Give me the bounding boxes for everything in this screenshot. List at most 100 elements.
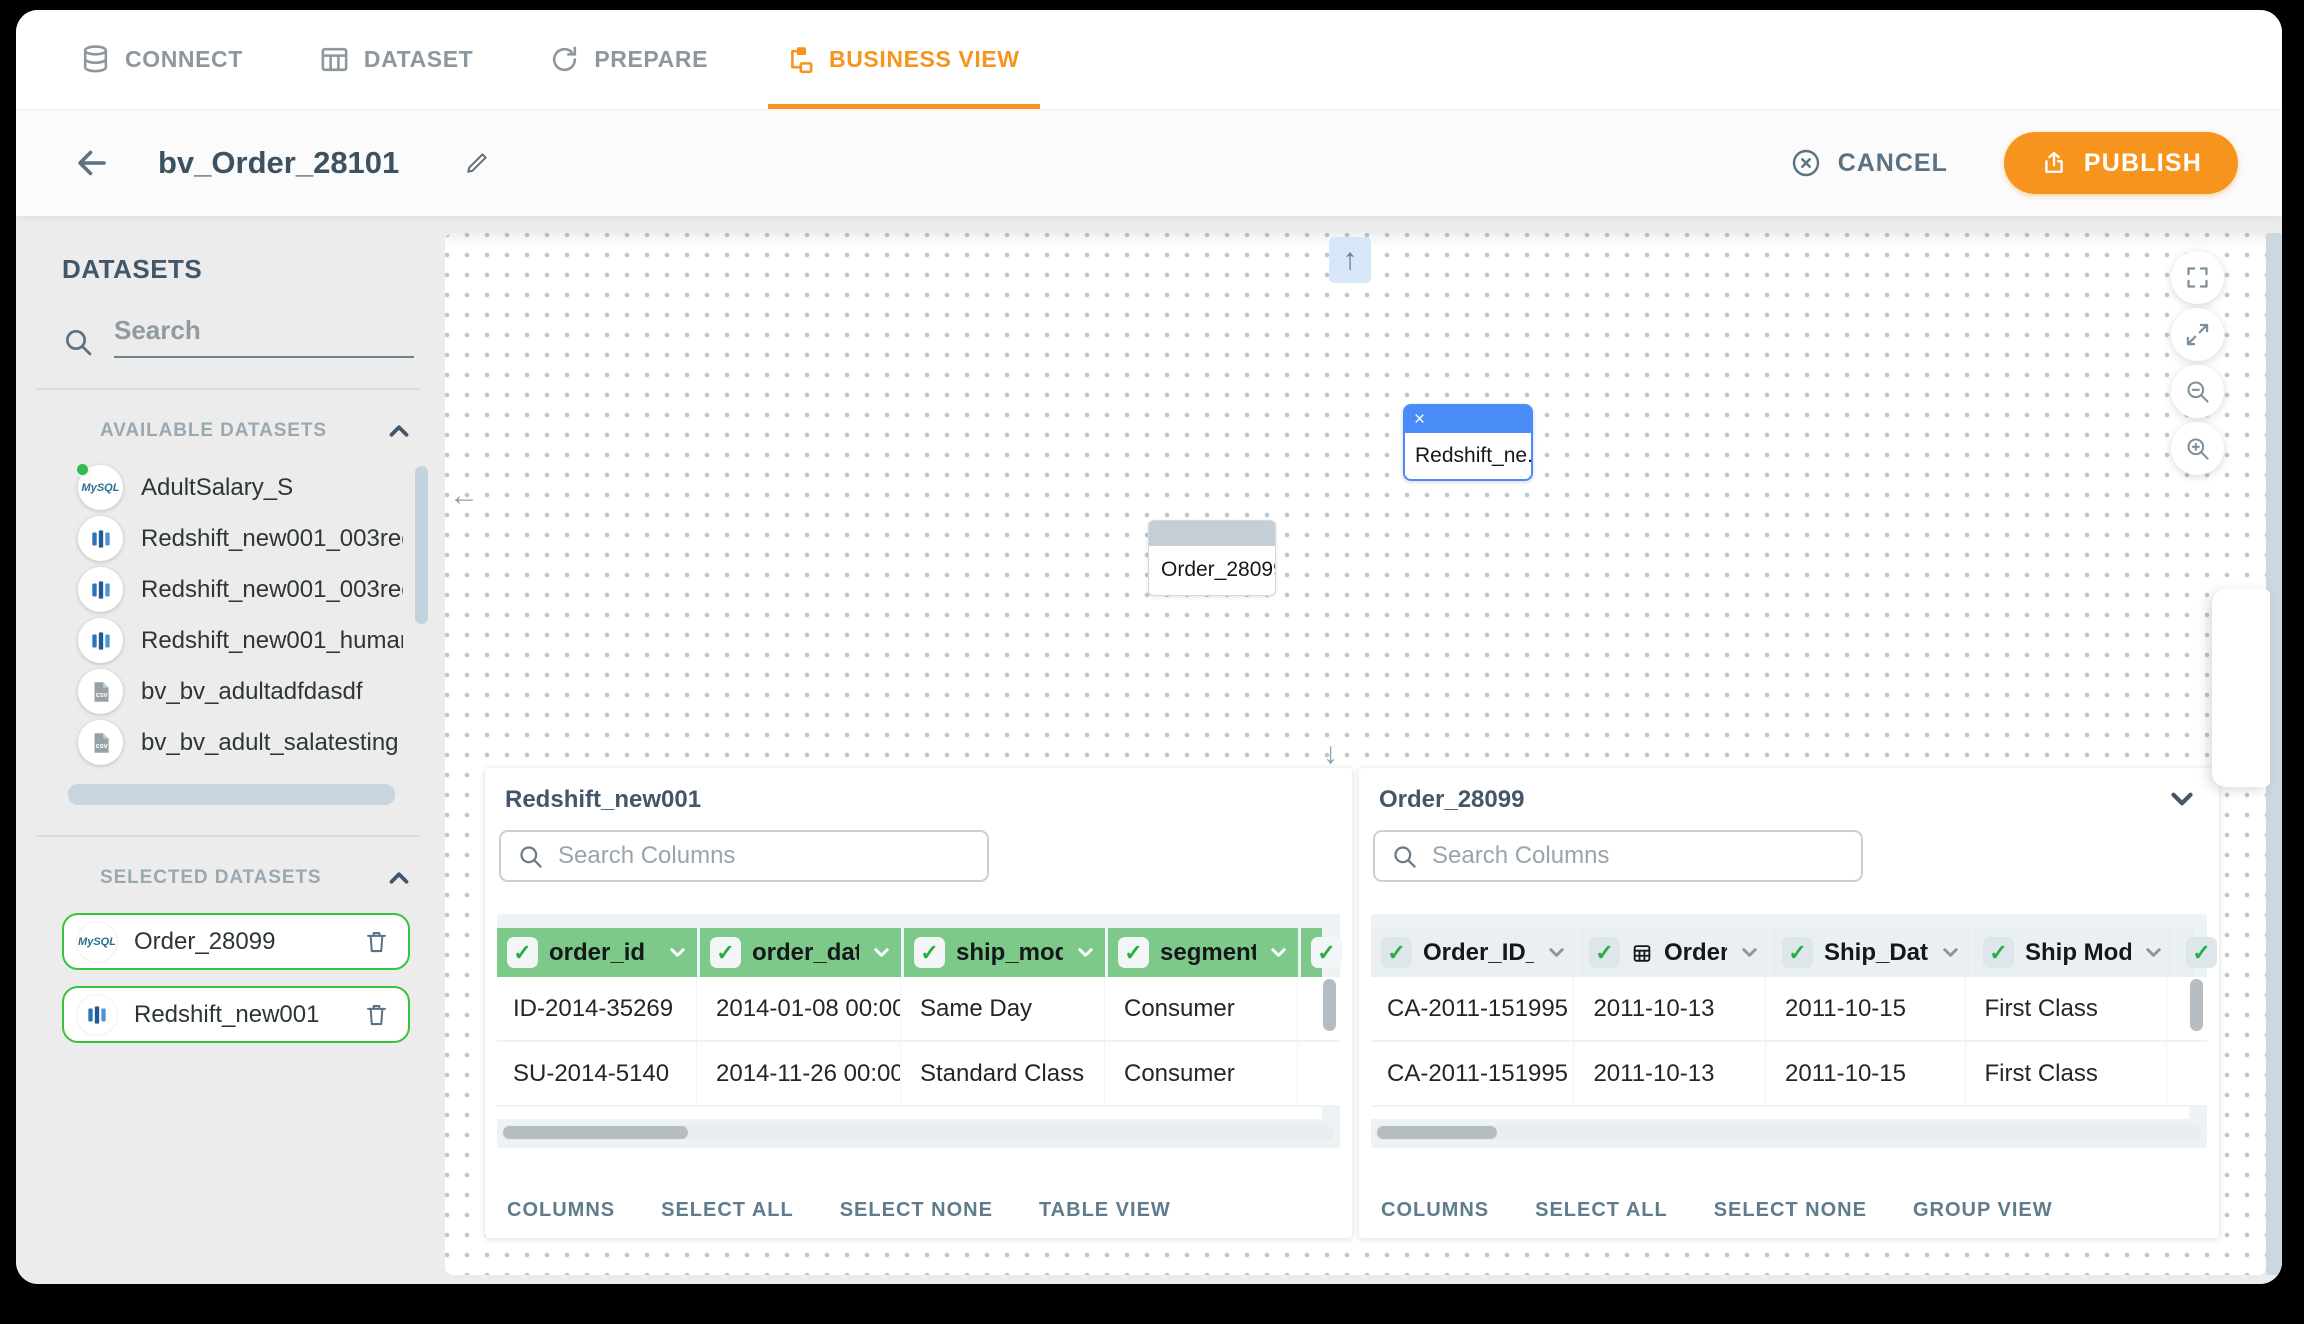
datasets-sidebar: DATASETS AVAILABLE DATASETS MySQL AdultS… <box>36 242 436 1284</box>
cell: First Class <box>1969 977 2167 1040</box>
edit-pencil-icon[interactable] <box>463 149 491 177</box>
sidebar-horizontal-scrollbar[interactable] <box>68 784 395 805</box>
trash-icon[interactable] <box>363 928 390 955</box>
trash-icon[interactable] <box>363 1001 390 1028</box>
column-header-ship-mode[interactable]: ✓ Ship Mode <box>1973 928 2173 977</box>
select-all-button[interactable]: SELECT ALL <box>1535 1199 1668 1222</box>
redshift-icon <box>78 618 123 663</box>
screen: CONNECT DATASET PREPARE BUSINESS VIEW bv… <box>0 0 2304 1324</box>
checkbox-checked[interactable]: ✓ <box>914 937 945 968</box>
checkbox-checked[interactable]: ✓ <box>1983 937 2014 968</box>
list-item-dataset[interactable]: Redshift_new001_humans <box>78 615 436 666</box>
publish-label: PUBLISH <box>2084 149 2202 178</box>
checkbox-checked[interactable]: ✓ <box>1118 937 1149 968</box>
zoom-out-button[interactable] <box>2171 365 2224 418</box>
canvas-node-order-28099[interactable]: Order_28099 <box>1148 520 1276 596</box>
collapse-panel-button[interactable] <box>2165 782 2199 821</box>
select-all-button[interactable]: SELECT ALL <box>661 1199 794 1222</box>
chevron-down-icon[interactable] <box>870 941 893 964</box>
chevron-up-icon[interactable] <box>384 863 414 893</box>
fullscreen-icon <box>2184 264 2211 291</box>
list-item-dataset[interactable]: csv bv_bv_adultadfdasdf <box>78 666 436 717</box>
checkbox-checked[interactable]: ✓ <box>2186 937 2217 968</box>
scrollbar-thumb[interactable] <box>503 1126 688 1139</box>
cell: SU-2014-5140 <box>497 1042 697 1105</box>
dataset-search-input[interactable] <box>114 315 414 358</box>
table-horizontal-scrollbar[interactable] <box>501 1125 1334 1140</box>
chevron-up-icon[interactable] <box>384 416 414 446</box>
checkbox-checked[interactable]: ✓ <box>507 937 538 968</box>
node-label: Order_28099 <box>1149 546 1275 593</box>
available-datasets-list: MySQL AdultSalary_S Redshift_new001_003r… <box>36 462 436 768</box>
chevron-down-icon[interactable] <box>1074 941 1097 964</box>
column-header-partial[interactable]: ✓ <box>1301 928 1322 977</box>
column-header-order-id[interactable]: ✓ order_id <box>497 928 697 977</box>
panel-toolbar: COLUMNS SELECT ALL SELECT NONE TABLE VIE… <box>507 1199 1171 1222</box>
tab-dataset[interactable]: DATASET <box>319 10 473 109</box>
chevron-down-icon[interactable] <box>666 941 689 964</box>
columns-button[interactable]: COLUMNS <box>1381 1199 1489 1222</box>
column-header-ship-mode[interactable]: ✓ ship_mode <box>904 928 1105 977</box>
redshift-icon <box>76 994 118 1036</box>
canvas-node-redshift[interactable]: × Redshift_ne... <box>1403 404 1533 481</box>
available-datasets-label: AVAILABLE DATASETS <box>100 420 327 442</box>
business-view-canvas[interactable]: ↑ ← ↓ × Redshift_ne... Order_28099 <box>445 233 2266 1275</box>
sidebar-vertical-scrollbar[interactable] <box>415 466 428 624</box>
checkbox-checked[interactable]: ✓ <box>710 937 741 968</box>
checkbox-checked[interactable]: ✓ <box>1381 937 1412 968</box>
chevron-down-icon[interactable] <box>1267 941 1290 964</box>
cell <box>1301 1042 1319 1105</box>
table-vertical-scrollbar[interactable] <box>1323 979 1336 1031</box>
node-header: × <box>1405 406 1531 433</box>
list-item-dataset[interactable]: csv bv_bv_adult_salatesting <box>78 717 436 768</box>
selected-dataset-order-28099[interactable]: MySQL Order_28099 <box>62 913 410 970</box>
column-search <box>1373 830 1863 882</box>
tab-business-view[interactable]: BUSINESS VIEW <box>784 10 1020 109</box>
tutorials-tab[interactable]: Tutorials <box>2212 589 2270 787</box>
column-search-input[interactable] <box>1432 842 1845 870</box>
divider <box>36 388 420 390</box>
fullscreen-button[interactable] <box>2171 251 2224 304</box>
tab-prepare[interactable]: PREPARE <box>549 10 708 109</box>
checkbox-checked[interactable]: ✓ <box>1782 937 1813 968</box>
scrollbar-thumb[interactable] <box>1377 1126 1497 1139</box>
back-arrow-icon[interactable] <box>74 145 110 181</box>
column-header-order-id[interactable]: ✓ Order_ID_... <box>1371 928 1576 977</box>
group-view-button[interactable]: GROUP VIEW <box>1913 1199 2053 1222</box>
column-header-order-date[interactable]: ✓ Order ... <box>1579 928 1769 977</box>
column-header-ship-date[interactable]: ✓ Ship_Date <box>1772 928 1970 977</box>
svg-text:csv: csv <box>95 691 107 698</box>
content-area: DATASETS AVAILABLE DATASETS MySQL AdultS… <box>16 216 2282 1284</box>
column-search-input[interactable] <box>558 842 971 870</box>
upload-icon <box>2040 149 2068 177</box>
column-header-order-date[interactable]: ✓ order_date <box>700 928 901 977</box>
column-header-partial[interactable]: ✓ <box>2176 928 2194 977</box>
chevron-down-icon[interactable] <box>2142 941 2165 964</box>
fit-view-button[interactable] <box>2171 308 2224 361</box>
table-vertical-scrollbar[interactable] <box>2190 979 2203 1031</box>
column-header-segment[interactable]: ✓ segment <box>1108 928 1298 977</box>
table-view-button[interactable]: TABLE VIEW <box>1039 1199 1171 1222</box>
publish-button[interactable]: PUBLISH <box>2004 132 2238 194</box>
select-none-button[interactable]: SELECT NONE <box>1714 1199 1867 1222</box>
chevron-down-icon[interactable] <box>1545 941 1568 964</box>
select-none-button[interactable]: SELECT NONE <box>840 1199 993 1222</box>
zoom-in-button[interactable] <box>2171 422 2224 475</box>
node-close-icon[interactable]: × <box>1414 410 1425 429</box>
columns-button[interactable]: COLUMNS <box>507 1199 615 1222</box>
tab-connect[interactable]: CONNECT <box>80 10 243 109</box>
list-item-dataset[interactable]: Redshift_new001_003redsh... <box>78 513 436 564</box>
table-horizontal-scrollbar[interactable] <box>1375 1125 2201 1140</box>
chevron-down-icon[interactable] <box>1738 941 1761 964</box>
list-item-dataset[interactable]: MySQL AdultSalary_S <box>78 462 436 513</box>
checkbox-checked[interactable]: ✓ <box>1589 937 1620 968</box>
cell: 2014-11-26 00:00:00 <box>700 1042 901 1105</box>
expand-arrows-icon <box>2184 321 2211 348</box>
tab-label: CONNECT <box>125 46 243 73</box>
chevron-down-icon[interactable] <box>1939 941 1962 964</box>
list-item-dataset[interactable]: Redshift_new001_003redsh... <box>78 564 436 615</box>
cell: 2014-01-08 00:00:0 <box>700 977 901 1040</box>
cancel-button[interactable]: CANCEL <box>1790 147 1948 179</box>
selected-dataset-redshift-new001[interactable]: Redshift_new001 <box>62 986 410 1043</box>
checkbox-checked[interactable]: ✓ <box>1311 937 1342 968</box>
